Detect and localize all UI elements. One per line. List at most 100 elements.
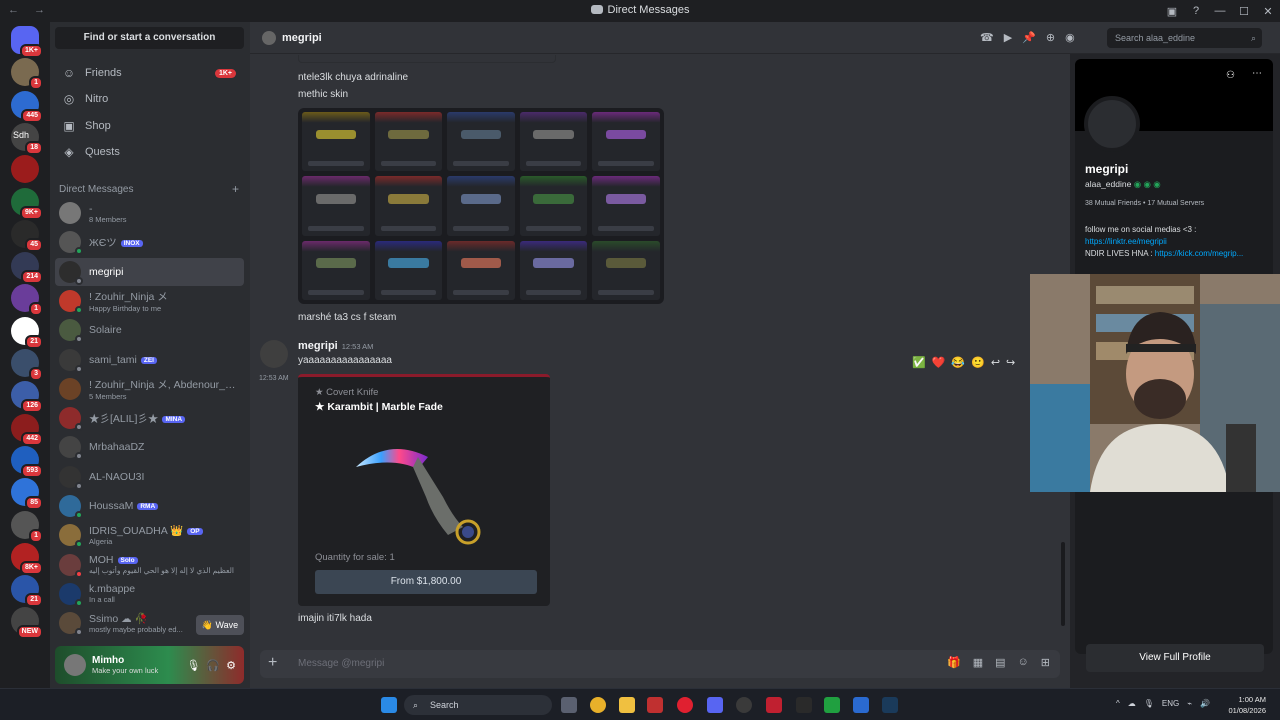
create-dm-button[interactable]: + <box>232 183 239 195</box>
language-indicator[interactable]: ENG <box>1162 699 1179 708</box>
server-icon[interactable]: 85 <box>11 478 43 511</box>
dm-item[interactable]: ЖЄツ INOX <box>55 228 244 256</box>
author-name[interactable]: megripi <box>298 340 338 352</box>
network-icon[interactable]: ⌁ <box>1187 699 1192 708</box>
nav-nitro[interactable]: ◎ Nitro <box>55 86 244 112</box>
buy-button[interactable]: From $1,800.00 <box>315 570 537 594</box>
server-icon[interactable]: 1 <box>11 58 43 91</box>
reply-icon[interactable]: ↩ <box>991 356 1000 369</box>
call-icon[interactable]: ☎ <box>980 31 994 44</box>
file-explorer-icon[interactable] <box>619 697 635 713</box>
app-icon[interactable] <box>796 697 812 713</box>
nav-friends[interactable]: ☺ Friends 1K+ <box>55 60 244 86</box>
view-full-profile-button[interactable]: View Full Profile <box>1086 644 1264 672</box>
app-icon[interactable] <box>647 697 663 713</box>
mutual-info[interactable]: 38 Mutual Friends • 17 Mutual Servers <box>1085 200 1204 207</box>
server-icon[interactable]: 442 <box>11 413 43 446</box>
server-icon[interactable] <box>11 155 39 184</box>
add-friend-icon[interactable]: ⊕ <box>1046 31 1055 44</box>
server-icon[interactable]: 21 <box>11 575 43 608</box>
emoji-icon[interactable]: ☺ <box>1018 656 1029 669</box>
check-reaction-icon[interactable]: ✅ <box>912 356 926 369</box>
gif-icon[interactable]: ▦ <box>973 656 983 669</box>
message-composer[interactable]: + Message @megripi 🎁 ▦ ▤ ☺ ⊞ <box>260 650 1060 678</box>
server-icon[interactable]: 1 <box>11 284 43 317</box>
help-icon[interactable]: ? <box>1184 5 1208 17</box>
dm-item[interactable]: megripi <box>55 257 244 286</box>
server-icon[interactable]: 126 <box>11 381 43 414</box>
server-icon[interactable]: 3 <box>11 349 43 381</box>
chat-scrollbar[interactable] <box>1061 542 1065 626</box>
gear-icon[interactable]: ⚙ <box>226 659 236 672</box>
app-icon[interactable] <box>766 697 782 713</box>
sticker-icon[interactable]: ▤ <box>995 656 1005 669</box>
attach-plus-icon[interactable]: + <box>268 654 277 672</box>
heart-reaction-icon[interactable]: ❤️ <box>932 356 946 369</box>
dm-item[interactable]: sami_tami ZEI <box>55 346 244 374</box>
server-icon[interactable]: 21 <box>11 316 43 349</box>
server-icon[interactable]: 1K+ <box>11 26 43 58</box>
add-friend-icon[interactable]: ⚇ <box>1226 70 1235 81</box>
inbox-icon[interactable]: ▣ <box>1160 5 1184 18</box>
more-options-icon[interactable]: ⋯ <box>1252 68 1262 79</box>
server-icon[interactable]: NEW <box>11 607 43 640</box>
dm-item[interactable]: MOH Solo العظيم الذي لا إله إلا هو الحي ال… <box>55 551 244 579</box>
mic-icon[interactable]: 🎙 <box>1144 699 1154 708</box>
store-icon[interactable] <box>853 697 869 713</box>
server-icon[interactable]: 214 <box>11 252 43 285</box>
steam-item-embed[interactable]: ★ Covert Knife ★ Karambit | Marble Fade … <box>298 374 550 606</box>
app-icon[interactable] <box>736 697 752 713</box>
profile-toggle-icon[interactable]: ◉ <box>1065 31 1075 44</box>
dm-item[interactable]: MrbahaaDZ <box>55 433 244 461</box>
author-avatar[interactable] <box>260 340 288 368</box>
maximize-button[interactable]: ☐ <box>1232 5 1256 18</box>
clock[interactable]: 1:00 AM 01/08/2026 <box>1228 694 1266 716</box>
task-view-icon[interactable] <box>561 697 577 713</box>
nav-quests[interactable]: ◈ Quests <box>55 139 244 165</box>
dm-item[interactable]: k.mbappe In a call <box>55 580 244 608</box>
volume-icon[interactable]: 🔊 <box>1200 699 1210 708</box>
tray-chevron-icon[interactable]: ^ <box>1116 699 1120 708</box>
dm-item[interactable]: ! Zouhir_Ninja メ, Abdenour_War... 5 Membe… <box>55 375 244 403</box>
bio-link[interactable]: https://linktr.ee/megripii <box>1085 236 1265 248</box>
server-icon[interactable]: 9K+ <box>11 187 43 220</box>
microphone-icon[interactable]: 🎙 <box>186 659 200 672</box>
close-button[interactable]: ✕ <box>1256 5 1280 18</box>
xbox-icon[interactable] <box>824 697 840 713</box>
server-icon[interactable]: 45 <box>11 219 43 252</box>
server-icon[interactable]: 593 <box>11 445 43 478</box>
dm-item[interactable]: IDRIS_OUADHA 👑 OP Algeria <box>55 521 244 549</box>
gift-icon[interactable]: 🎁 <box>947 656 961 669</box>
laugh-reaction-icon[interactable]: 😂 <box>951 356 965 369</box>
pin-icon[interactable]: 📌 <box>1022 31 1036 44</box>
dm-item[interactable]: Solaire <box>55 316 244 344</box>
onedrive-icon[interactable]: ☁ <box>1128 699 1136 708</box>
dm-item[interactable]: -8 Members <box>55 199 244 227</box>
server-icon[interactable]: 445 <box>11 90 43 123</box>
start-icon[interactable] <box>381 697 397 713</box>
dm-item[interactable]: ★彡[ALIL]彡★ MINA <box>55 404 244 432</box>
dm-item[interactable]: AL-NAOU3I <box>55 463 244 491</box>
taskbar-search[interactable]: ⌕ Search <box>404 695 552 715</box>
chrome-icon[interactable] <box>590 697 606 713</box>
server-icon[interactable]: 18 Sdh <box>11 122 43 155</box>
bio-link[interactable]: https://kick.com/megrip... <box>1155 249 1243 258</box>
server-icon[interactable]: 1 <box>11 510 43 543</box>
dm-item[interactable]: HoussaM RMA <box>55 492 244 520</box>
minimize-button[interactable]: — <box>1208 5 1232 17</box>
message-author[interactable]: megripi 12:53 AM <box>298 340 373 352</box>
nav-shop[interactable]: ▣ Shop <box>55 113 244 139</box>
video-icon[interactable]: ▶ <box>1004 31 1012 44</box>
find-conversation-button[interactable]: Find or start a conversation <box>55 27 244 49</box>
steam-icon[interactable] <box>882 697 898 713</box>
discord-taskbar-icon[interactable] <box>707 697 723 713</box>
forward-icon[interactable]: ↪ <box>1006 356 1015 369</box>
dm-item[interactable]: ! Zouhir_Ninja メ Happy Birthday to me <box>55 287 244 315</box>
opera-icon[interactable] <box>677 697 693 713</box>
recipient-name[interactable]: megripi <box>282 32 322 44</box>
profile-avatar[interactable] <box>1084 96 1140 152</box>
avatar[interactable] <box>64 654 86 676</box>
skins-grid-image[interactable] <box>298 108 664 304</box>
search-input[interactable]: Search alaa_eddine ⌕ <box>1107 28 1262 48</box>
wave-button[interactable]: 👋 Wave <box>196 615 244 635</box>
